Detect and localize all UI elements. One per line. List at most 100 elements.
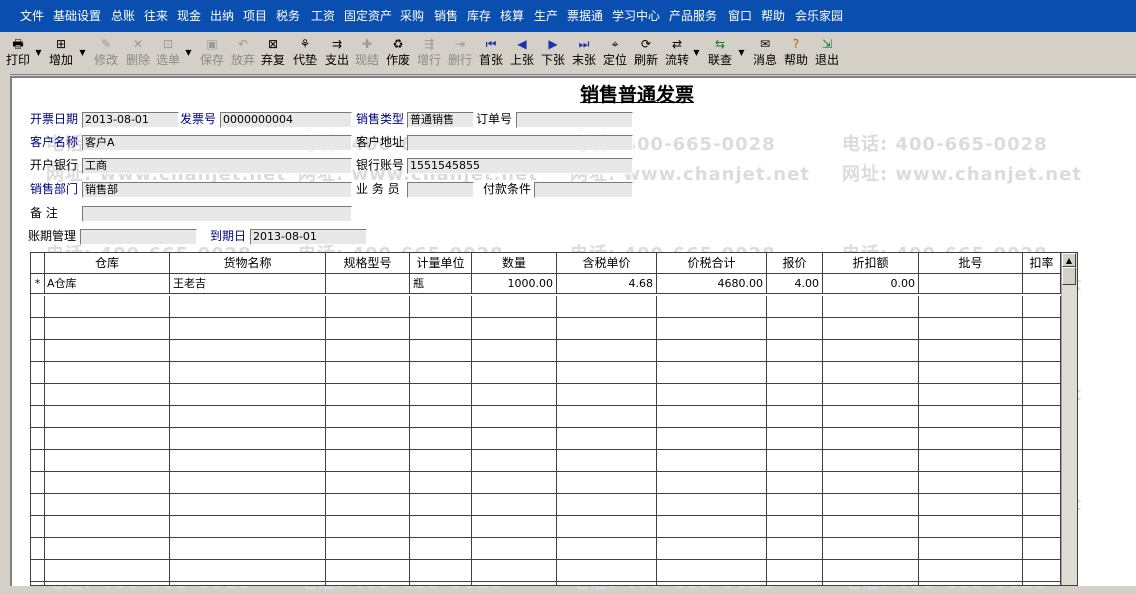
grid-cell[interactable] (557, 582, 657, 585)
grid-cell[interactable] (45, 406, 170, 427)
table-row[interactable] (31, 560, 1061, 582)
grid-cell[interactable] (410, 494, 472, 515)
salesman-field[interactable] (407, 182, 474, 198)
scroll-thumb[interactable] (1062, 267, 1076, 285)
menu-cashier[interactable]: 出纳 (210, 8, 234, 24)
grid-cell[interactable] (410, 538, 472, 559)
refresh-button[interactable]: ⟳ 刷新 (632, 35, 660, 71)
menu-fixed-assets[interactable]: 固定资产 (344, 8, 392, 24)
grid-cell[interactable] (326, 538, 410, 559)
grid-cell[interactable] (557, 318, 657, 339)
grid-cell[interactable] (472, 340, 557, 361)
print-dropdown[interactable]: ▼ (34, 35, 43, 71)
grid-cell[interactable] (767, 472, 823, 493)
grid-cell[interactable] (45, 362, 170, 383)
grid-cell[interactable] (170, 582, 326, 585)
grid-cell[interactable] (170, 318, 326, 339)
grid-cell[interactable] (410, 560, 472, 581)
grid-cell[interactable] (472, 472, 557, 493)
grid-cell[interactable] (472, 516, 557, 537)
column-header[interactable]: 货物名称 (170, 253, 326, 273)
scroll-up-icon[interactable]: ▲ (1062, 253, 1076, 267)
grid-cell[interactable] (767, 538, 823, 559)
menu-sales[interactable]: 销售 (434, 8, 458, 24)
grid-cell[interactable] (45, 340, 170, 361)
grid-cell[interactable] (657, 340, 767, 361)
grid-cell[interactable] (326, 362, 410, 383)
menu-file[interactable]: 文件 (20, 8, 44, 24)
menu-costing[interactable]: 核算 (500, 8, 524, 24)
grid-cell[interactable] (326, 450, 410, 471)
flow-dropdown[interactable]: ▼ (692, 35, 701, 71)
grid-cell[interactable] (1023, 318, 1061, 339)
grid-cell[interactable] (823, 560, 919, 581)
menu-learning-center[interactable]: 学习中心 (612, 8, 660, 24)
link-dropdown[interactable]: ▼ (737, 35, 746, 71)
grid-cell[interactable] (1023, 538, 1061, 559)
grid-cell[interactable] (472, 384, 557, 405)
grid-cell[interactable] (657, 472, 767, 493)
remark-field[interactable] (82, 206, 352, 222)
grid-cell[interactable] (45, 450, 170, 471)
grid-cell[interactable] (823, 362, 919, 383)
grid-cell[interactable] (472, 538, 557, 559)
grid-cell[interactable] (557, 494, 657, 515)
delete-row-button[interactable]: ⇥ 删行 (446, 35, 474, 71)
rate-cell[interactable] (1023, 274, 1061, 293)
grid-cell[interactable] (170, 516, 326, 537)
grid-cell[interactable] (767, 340, 823, 361)
grid-cell[interactable] (767, 560, 823, 581)
void-button[interactable]: ♻ 作废 (384, 35, 412, 71)
locate-button[interactable]: ⌖ 定位 (601, 35, 629, 71)
grid-cell[interactable] (557, 450, 657, 471)
grid-cell[interactable] (919, 362, 1023, 383)
grid-cell[interactable] (823, 340, 919, 361)
grid-cell[interactable] (170, 384, 326, 405)
grid-cell[interactable] (170, 296, 326, 317)
column-header[interactable]: 规格型号 (326, 253, 410, 273)
select-dropdown[interactable]: ▼ (184, 35, 193, 71)
grid-cell[interactable] (767, 494, 823, 515)
select-button[interactable]: ⊡ 选单 (154, 35, 182, 71)
grid-cell[interactable] (823, 582, 919, 585)
table-row[interactable] (31, 450, 1061, 472)
grid-cell[interactable] (919, 384, 1023, 405)
sale-type-field[interactable]: 普通销售 (407, 112, 474, 128)
grid-cell[interactable] (410, 318, 472, 339)
grid-cell[interactable] (472, 318, 557, 339)
delete-button[interactable]: ✕ 删除 (124, 35, 152, 71)
add-dropdown[interactable]: ▼ (78, 35, 87, 71)
grid-cell[interactable] (170, 472, 326, 493)
grid-cell[interactable] (657, 428, 767, 449)
grid-cell[interactable] (767, 318, 823, 339)
invoice-date-field[interactable]: 2013-08-01 (82, 112, 179, 128)
grid-cell[interactable] (919, 428, 1023, 449)
grid-cell[interactable] (823, 450, 919, 471)
quote-cell[interactable]: 4.00 (767, 274, 823, 293)
grid-cell[interactable] (45, 560, 170, 581)
grid-cell[interactable] (657, 560, 767, 581)
grid-cell[interactable] (326, 494, 410, 515)
table-row[interactable] (31, 472, 1061, 494)
grid-cell[interactable] (919, 538, 1023, 559)
grid-cell[interactable] (823, 428, 919, 449)
grid-cell[interactable] (657, 494, 767, 515)
menu-payroll[interactable]: 工资 (311, 8, 335, 24)
link-query-button[interactable]: ⇆ 联查 (706, 35, 734, 71)
grid-cell[interactable] (326, 340, 410, 361)
grid-cell[interactable] (919, 472, 1023, 493)
grid-cell[interactable] (767, 296, 823, 317)
grid-cell[interactable] (326, 516, 410, 537)
grid-cell[interactable] (326, 472, 410, 493)
grid-cell[interactable] (326, 560, 410, 581)
menu-tax[interactable]: 税务 (276, 8, 300, 24)
grid-cell[interactable] (410, 472, 472, 493)
grid-cell[interactable] (45, 582, 170, 585)
grid-cell[interactable] (767, 428, 823, 449)
grid-cell[interactable] (472, 560, 557, 581)
grid-cell[interactable] (45, 516, 170, 537)
menu-production[interactable]: 生产 (534, 8, 558, 24)
grid-cell[interactable] (657, 538, 767, 559)
menu-product-services[interactable]: 产品服务 (669, 8, 717, 24)
menu-cash[interactable]: 现金 (177, 8, 201, 24)
